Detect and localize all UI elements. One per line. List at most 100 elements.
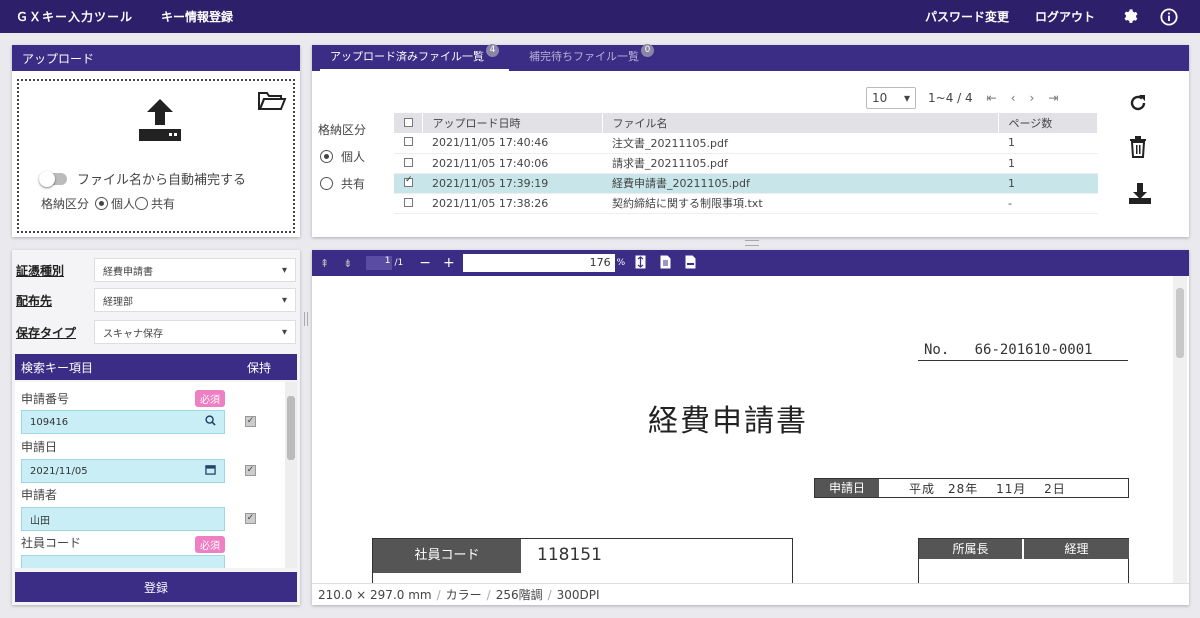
status-size: 210.0 × 297.0 mm xyxy=(318,587,432,602)
upload-panel: アップロード ファイル名から自動補完する 格納区分 個人 共有 xyxy=(12,45,300,237)
col-pages[interactable]: ページ数 xyxy=(998,113,1098,133)
last-page-icon[interactable]: ⇥ xyxy=(1048,91,1058,105)
row-checkbox[interactable] xyxy=(404,137,413,147)
prev-page-icon[interactable]: ‹ xyxy=(1011,91,1016,105)
page-size-select[interactable]: 10 ▾ xyxy=(866,87,916,109)
col-filename[interactable]: ファイル名 xyxy=(602,113,999,133)
storage-shared[interactable]: 共有 xyxy=(318,175,366,192)
logout-link[interactable]: ログアウト xyxy=(1035,8,1095,25)
refresh-icon[interactable] xyxy=(1128,93,1152,116)
row-checkbox[interactable] xyxy=(404,157,413,167)
field-label-text: 社員コード xyxy=(21,536,82,550)
doc-employee-box: 社員コード 118151 xyxy=(372,538,793,583)
page-down-icon[interactable]: ⇟ xyxy=(343,257,352,270)
keep-checkbox-applicant[interactable]: ✓ xyxy=(245,513,256,524)
tab-uploaded-count: 4 xyxy=(486,43,499,57)
autocomplete-toggle[interactable] xyxy=(39,170,67,187)
doc-title: 経費申請書 xyxy=(648,404,808,439)
chevron-down-icon: ▾ xyxy=(281,294,287,306)
app-no-input[interactable]: 109416 xyxy=(21,410,225,434)
doc-stamp-box: 所属長 経理 xyxy=(918,538,1129,583)
app-date-input[interactable]: 2021/11/05 xyxy=(21,459,225,483)
file-table: アップロード日時 ファイル名 ページ数 2021/11/05 17:40:46 注… xyxy=(394,113,1098,214)
radio-shared[interactable] xyxy=(135,197,149,210)
emp-code-input[interactable] xyxy=(21,555,225,568)
password-change-link[interactable]: パスワード変更 xyxy=(925,8,1009,25)
storage-filter: 格納区分 個人 共有 xyxy=(318,121,366,192)
page-number-input[interactable]: 1 xyxy=(366,256,393,270)
fit-page-icon[interactable] xyxy=(635,255,646,272)
upload-icon[interactable] xyxy=(137,97,183,146)
field-label-text: 申請日 xyxy=(21,440,58,454)
zoom-input[interactable]: 176 xyxy=(462,254,615,272)
radio-personal-label: 個人 xyxy=(111,197,136,211)
horizontal-splitter[interactable] xyxy=(745,240,759,246)
next-page-icon[interactable]: › xyxy=(1030,91,1035,105)
first-page-icon[interactable]: ⇤ xyxy=(987,91,997,105)
col-datetime[interactable]: アップロード日時 xyxy=(422,113,603,133)
status-tone: 256階調 xyxy=(495,588,543,602)
doc-number-label: No. xyxy=(924,342,950,358)
save-type-row: 保存タイプ スキャナ保存 ▾ xyxy=(16,320,298,344)
table-row[interactable]: 2021/11/05 17:40:06 請求書_20211105.pdf 1 xyxy=(394,153,1098,174)
download-icon[interactable] xyxy=(1128,181,1152,208)
storage-shared-radio[interactable] xyxy=(320,177,333,190)
app-date-value: 2021/11/05 xyxy=(30,465,88,477)
radio-personal[interactable] xyxy=(95,197,109,210)
page-icon[interactable] xyxy=(660,255,671,272)
zoom-in-icon[interactable]: + xyxy=(443,255,455,271)
calendar-icon[interactable] xyxy=(205,464,216,478)
field-label-text: 申請者 xyxy=(21,488,58,502)
row-filename: 経費申請書_20211105.pdf xyxy=(602,173,998,194)
trash-icon[interactable] xyxy=(1128,136,1152,161)
search-icon[interactable] xyxy=(205,415,216,429)
row-filename: 請求書_20211105.pdf xyxy=(602,153,998,174)
folder-open-icon[interactable] xyxy=(257,89,287,114)
key-list-scrollbar[interactable] xyxy=(285,382,297,568)
doc-type-select[interactable]: 経費申請書 ▾ xyxy=(94,258,296,282)
storage-personal-radio[interactable] xyxy=(320,150,333,163)
tab-pending[interactable]: 補完待ちファイル一覧 0 xyxy=(519,43,664,71)
save-type-value: スキャナ保存 xyxy=(103,328,163,340)
dest-value: 経理部 xyxy=(103,296,133,308)
autocomplete-label: ファイル名から自動補完する xyxy=(77,173,247,188)
zoom-out-icon[interactable]: − xyxy=(419,255,431,271)
row-datetime: 2021/11/05 17:38:26 xyxy=(422,193,602,214)
file-list-panel: アップロード済みファイル一覧 4 補完待ちファイル一覧 0 10 ▾ 1~4 /… xyxy=(312,43,1189,237)
row-checkbox[interactable] xyxy=(404,197,413,207)
row-datetime: 2021/11/05 17:39:19 xyxy=(422,173,602,194)
vertical-splitter[interactable] xyxy=(304,312,308,326)
page-up-icon[interactable]: ⇞ xyxy=(320,257,329,270)
keep-checkbox-app-date[interactable]: ✓ xyxy=(245,465,256,476)
page-total: /1 xyxy=(394,258,404,268)
viewer-scrollbar[interactable] xyxy=(1173,276,1187,583)
pager: 10 ▾ 1~4 / 4 ⇤ ‹ › ⇥ xyxy=(866,87,1058,109)
tab-pending-label: 補完待ちファイル一覧 xyxy=(529,50,639,63)
select-all-checkbox[interactable] xyxy=(404,117,413,127)
stamp-header-manager: 所属長 xyxy=(919,539,1023,559)
top-bar: ＧＸキー入力ツール キー情報登録 パスワード変更 ログアウト xyxy=(0,0,1200,33)
tab-uploaded[interactable]: アップロード済みファイル一覧 4 xyxy=(320,43,509,71)
table-row[interactable]: 2021/11/05 17:39:19経費申請書_20211105.pdf1 xyxy=(394,173,1098,194)
table-row[interactable]: 2021/11/05 17:40:46 注文書_20211105.pdf 1 xyxy=(394,133,1098,154)
field-label-applicant: 申請者 xyxy=(21,486,57,503)
field-label-text: 申請番号 xyxy=(21,392,70,406)
applicant-input[interactable]: 山田 xyxy=(21,507,225,531)
fit-width-icon[interactable] xyxy=(685,255,696,272)
upload-dropzone[interactable]: ファイル名から自動補完する 格納区分 個人 共有 xyxy=(17,79,295,233)
table-row[interactable]: 2021/11/05 17:38:26 契約締結に関する制限事項.txt - xyxy=(394,193,1098,214)
save-type-select[interactable]: スキャナ保存 ▾ xyxy=(94,320,296,344)
required-badge: 必須 xyxy=(195,536,225,553)
menu-key-register[interactable]: キー情報登録 xyxy=(161,8,233,25)
register-button[interactable]: 登録 xyxy=(15,572,297,602)
row-checkbox[interactable] xyxy=(404,175,413,187)
file-tabs: アップロード済みファイル一覧 4 補完待ちファイル一覧 0 xyxy=(312,43,1189,71)
gear-icon[interactable] xyxy=(1121,8,1138,25)
save-type-label: 保存タイプ xyxy=(16,325,77,340)
page-size-value: 10 xyxy=(872,91,888,105)
storage-personal[interactable]: 個人 xyxy=(318,148,366,165)
autocomplete-toggle-row: ファイル名から自動補完する xyxy=(39,169,247,188)
info-icon[interactable] xyxy=(1160,7,1178,26)
keep-checkbox-app-no[interactable]: ✓ xyxy=(245,416,256,427)
dest-select[interactable]: 経理部 ▾ xyxy=(94,288,296,312)
